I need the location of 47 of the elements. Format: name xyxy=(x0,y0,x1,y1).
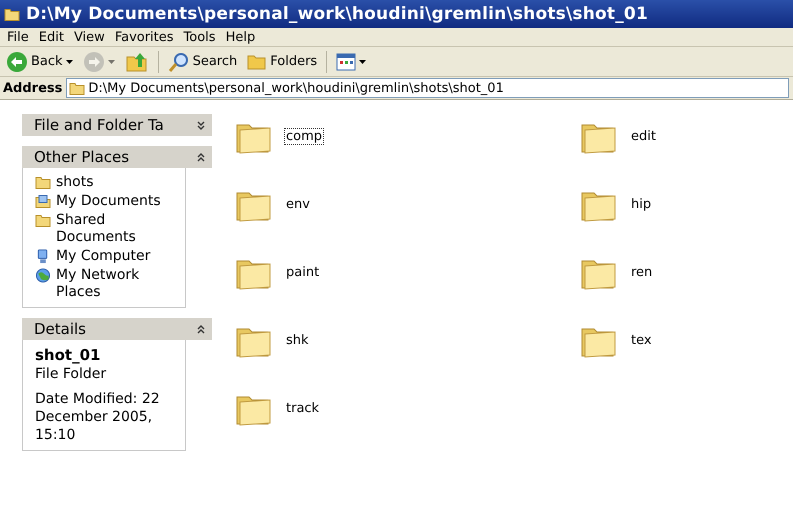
place-link[interactable]: My Documents xyxy=(56,193,161,210)
folder-icon xyxy=(247,52,268,70)
menu-item[interactable]: View xyxy=(68,30,110,44)
folder-icon xyxy=(4,7,20,22)
caret-icon xyxy=(66,60,73,64)
folder-name[interactable]: tex xyxy=(629,332,654,349)
folders-button[interactable]: Folders xyxy=(244,50,320,72)
search-button[interactable]: Search xyxy=(164,48,240,74)
place-link[interactable]: My Network Places xyxy=(56,267,175,301)
caret-icon xyxy=(359,60,366,64)
place-link[interactable]: My Computer xyxy=(56,248,150,265)
menu-item[interactable]: Edit xyxy=(34,30,69,44)
address-field[interactable]: D:\My Documents\personal_work\houdini\gremlin\shots\shot_01 xyxy=(66,78,789,98)
panel-header[interactable]: Details xyxy=(22,318,212,340)
folder-name[interactable]: edit xyxy=(629,128,658,145)
magnifier-icon xyxy=(168,50,190,72)
caret-icon xyxy=(108,60,115,64)
expand-icon[interactable] xyxy=(196,118,206,132)
collapse-icon[interactable] xyxy=(196,150,206,164)
back-button[interactable]: Back xyxy=(3,48,76,74)
panel-header[interactable]: File and Folder Ta xyxy=(22,114,212,136)
detail-info: Date Modified: 22 December 2005, 15:10 xyxy=(35,390,161,444)
folder-name[interactable]: shk xyxy=(284,332,311,349)
network-icon xyxy=(35,268,51,283)
folder-icon xyxy=(35,213,51,228)
folder-icon xyxy=(35,175,51,190)
folder-name[interactable]: ren xyxy=(629,264,654,281)
views-icon xyxy=(336,52,356,70)
documents-icon xyxy=(35,194,51,209)
folder-name[interactable]: track xyxy=(284,400,322,417)
detail-name: shot_01 xyxy=(35,346,102,364)
folder-name[interactable]: paint xyxy=(284,264,322,281)
place-link[interactable]: Shared Documents xyxy=(56,212,175,246)
menu-item[interactable]: File xyxy=(2,30,34,44)
address-label: Address xyxy=(3,80,62,96)
menu-item[interactable]: Tools xyxy=(178,30,221,44)
folder-icon xyxy=(69,81,86,96)
window-title: D:\My Documents\personal_work\houdini\gremlin\shots\shot_01 xyxy=(26,4,648,24)
menu-item[interactable]: Favorites xyxy=(110,30,179,44)
folder-name[interactable]: comp xyxy=(284,128,324,145)
panel-header[interactable]: Other Places xyxy=(22,146,212,168)
folder-name[interactable]: env xyxy=(284,196,312,213)
place-link[interactable]: shots xyxy=(56,174,94,191)
collapse-icon[interactable] xyxy=(196,322,206,336)
menu-item[interactable]: Help xyxy=(220,30,260,44)
detail-type: File Folder xyxy=(35,366,108,382)
folder-name[interactable]: hip xyxy=(629,196,654,213)
